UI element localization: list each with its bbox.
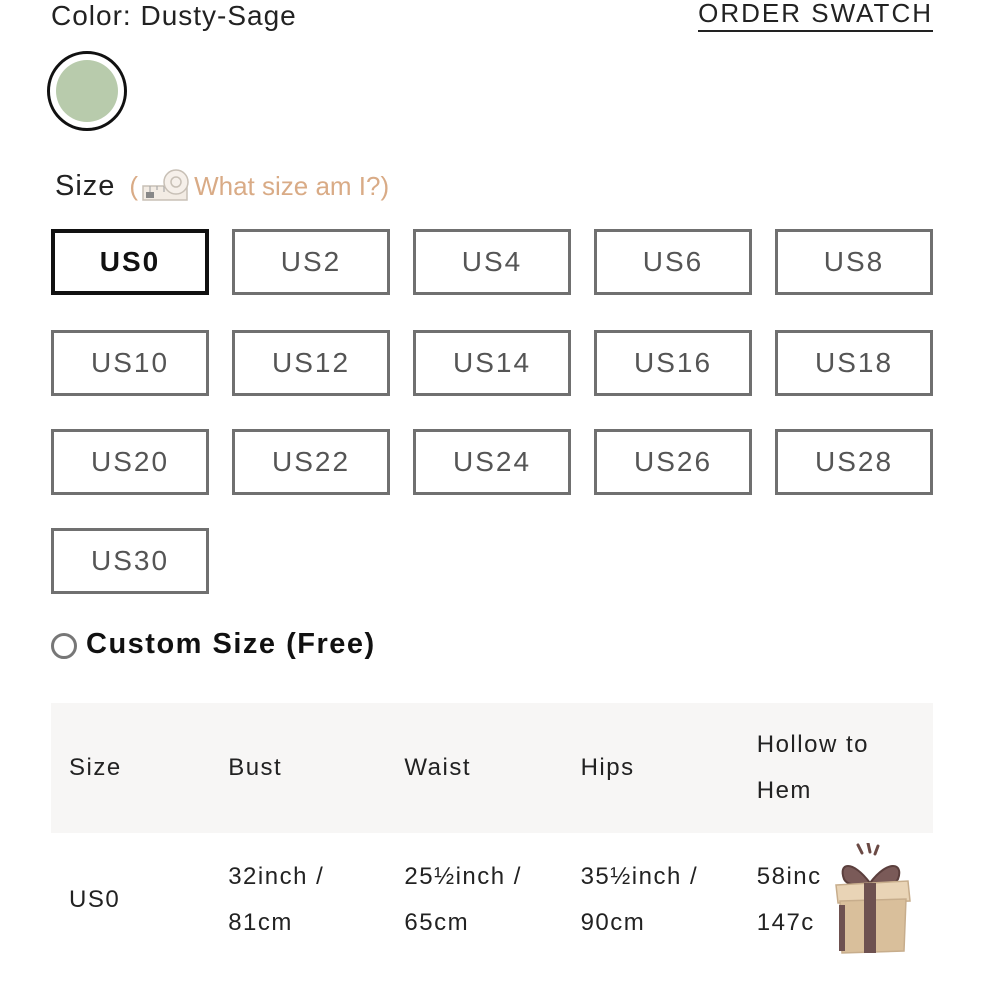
size-guide-text: What size am I?) [194, 170, 390, 201]
swatch-color-dot [56, 60, 118, 122]
size-option-us4[interactable]: US4 [413, 229, 571, 295]
order-swatch-link[interactable]: ORDER SWATCH [698, 0, 933, 32]
size-option-us30[interactable]: US30 [51, 528, 209, 594]
color-row: Color: Dusty-Sage ORDER SWATCH [51, 0, 933, 34]
measuring-tape-icon [142, 169, 189, 201]
size-option-us22[interactable]: US22 [232, 429, 390, 495]
size-option-us8[interactable]: US8 [775, 229, 933, 295]
bust-inch: 32inch / [228, 863, 325, 890]
color-label: Color: Dusty-Sage [51, 0, 297, 31]
waist-inch: 25½inch / [404, 863, 522, 890]
custom-size-radio[interactable] [51, 633, 77, 659]
hips-inch: 35½inch / [580, 863, 699, 890]
size-option-us24[interactable]: US24 [413, 429, 571, 495]
size-title: Size [55, 169, 116, 202]
size-chart-header-size: Size [69, 754, 122, 781]
size-chart-cell-waist: 25½inch / 65cm [404, 833, 580, 967]
size-option-us16[interactable]: US16 [594, 330, 752, 396]
bust-cm: 81cm [228, 909, 293, 936]
size-chart-table: Size Bust Waist Hips Hollow to Hem US0 3… [51, 703, 933, 967]
size-option-us18[interactable]: US18 [775, 330, 933, 396]
size-chart-cell-bust: 32inch / 81cm [228, 833, 404, 967]
gift-box-icon[interactable] [830, 843, 914, 955]
size-option-us28[interactable]: US28 [775, 429, 933, 495]
custom-size-label: Custom Size (Free) [86, 627, 376, 660]
size-guide-link[interactable]: ( What size am I?) [129, 168, 389, 204]
size-option-us20[interactable]: US20 [51, 429, 209, 495]
table-row: US0 32inch / 81cm 25½inch / 65cm 35½inch /… [51, 833, 933, 967]
size-chart-header-row: Size Bust Waist Hips Hollow to Hem [51, 703, 933, 833]
color-swatch-dusty-sage[interactable] [47, 51, 127, 131]
size-chart-cell-hips: 35½inch / 90cm [581, 833, 757, 967]
custom-size-option[interactable]: Custom Size (Free) [51, 626, 376, 662]
waist-cm: 65cm [404, 909, 470, 936]
size-header: Size ( What size am I?) [55, 164, 389, 208]
size-option-us26[interactable]: US26 [594, 429, 752, 495]
hips-cm: 90cm [580, 909, 646, 936]
size-guide-open-paren: ( [129, 170, 139, 201]
size-option-us6[interactable]: US6 [594, 229, 752, 295]
size-chart-header-waist: Waist [404, 754, 471, 781]
hollow-to-hem-inch: 58inc [756, 863, 822, 890]
size-chart-cell-size: US0 [69, 886, 121, 913]
size-option-us2[interactable]: US2 [232, 229, 390, 295]
size-chart-header-hollow-to-hem: Hollow to Hem [756, 731, 869, 804]
size-chart-header-bust: Bust [228, 754, 283, 781]
size-chart-header-hips: Hips [580, 754, 635, 781]
hollow-to-hem-cm: 147c [756, 909, 815, 936]
size-option-us10[interactable]: US10 [51, 330, 209, 396]
size-option-us0[interactable]: US0 [51, 229, 209, 295]
size-option-us14[interactable]: US14 [413, 330, 571, 396]
size-option-us12[interactable]: US12 [232, 330, 390, 396]
